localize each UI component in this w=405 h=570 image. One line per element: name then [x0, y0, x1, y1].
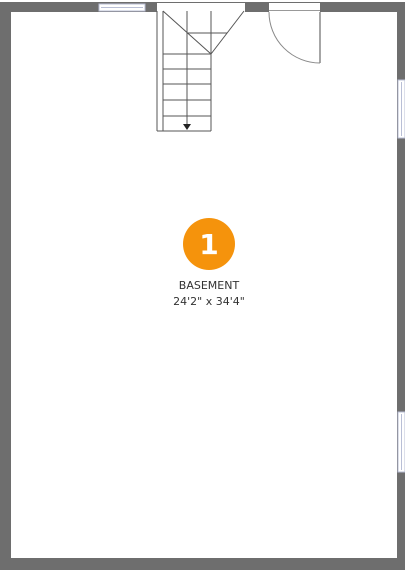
arrow-down-icon: [183, 124, 191, 130]
room-name-label: BASEMENT: [178, 279, 240, 292]
door: [268, 3, 321, 64]
stair-opening: [157, 3, 245, 12]
room-number-badge[interactable]: 1: [183, 218, 235, 270]
door-swing-arc: [268, 11, 321, 64]
window-top: [98, 3, 146, 12]
wall-left: [0, 2, 11, 570]
windows: [98, 3, 405, 473]
room-dimensions-label: 24'2" x 34'4": [173, 295, 245, 308]
staircase: [156, 3, 245, 132]
window-right-lower: [397, 411, 405, 473]
wall-bottom: [0, 558, 405, 570]
window-right-upper: [397, 79, 405, 139]
room-number: 1: [199, 227, 219, 261]
